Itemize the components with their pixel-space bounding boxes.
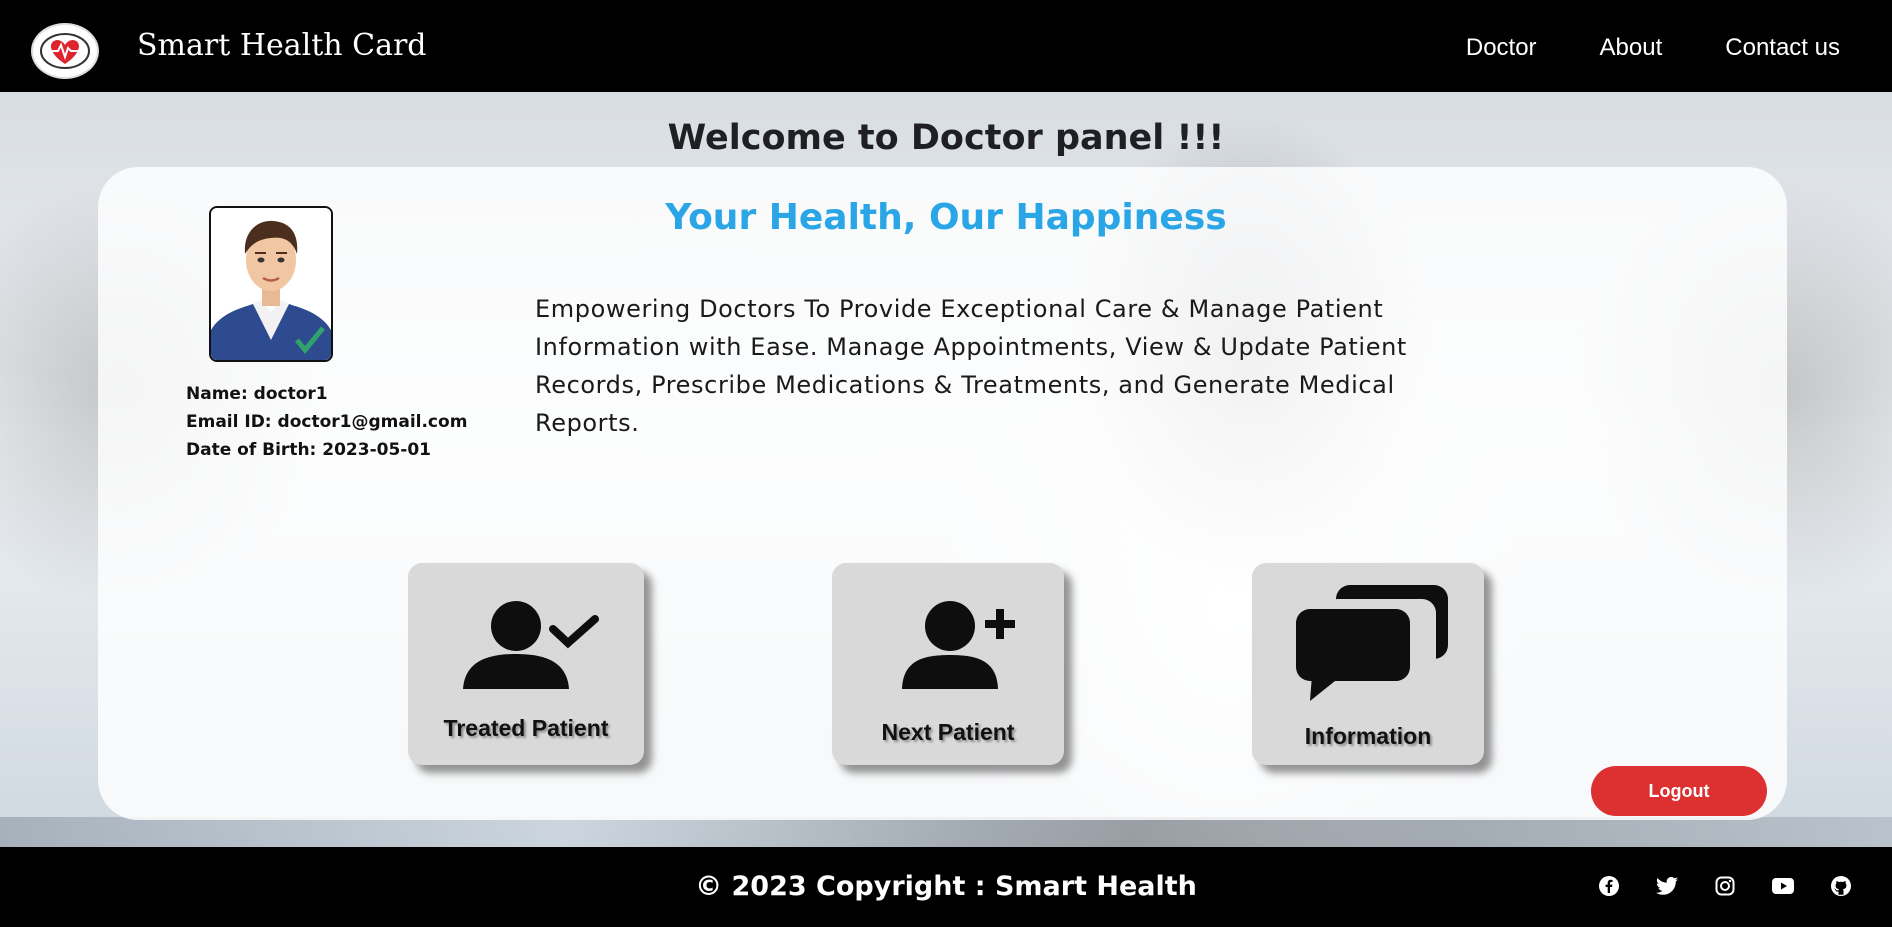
page-title: Welcome to Doctor panel !!! bbox=[667, 118, 1225, 158]
next-patient-label: Next Patient bbox=[881, 719, 1015, 745]
brand-name[interactable]: Smart Health Card bbox=[137, 28, 427, 63]
chat-bubbles-icon bbox=[1296, 585, 1448, 701]
twitter-icon[interactable] bbox=[1656, 875, 1678, 897]
facebook-icon[interactable] bbox=[1598, 875, 1620, 897]
nav-link-contact-us[interactable]: Contact us bbox=[1725, 34, 1840, 62]
tagline: Your Health, Our Happiness bbox=[665, 197, 1227, 238]
treated-patient-tile[interactable]: Treated Patient bbox=[408, 563, 644, 765]
github-icon[interactable] bbox=[1830, 875, 1852, 897]
next-patient-tile[interactable]: Next Patient bbox=[832, 563, 1064, 765]
information-label: Information bbox=[1304, 723, 1432, 749]
youtube-icon[interactable] bbox=[1772, 875, 1794, 897]
treated-patient-label: Treated Patient bbox=[443, 715, 609, 741]
social-links bbox=[1598, 875, 1852, 897]
profile-dob: Date of Birth: 2023-05-01 bbox=[186, 440, 432, 460]
heart-logo-icon[interactable] bbox=[31, 23, 99, 79]
logout-button[interactable]: Logout bbox=[1591, 766, 1767, 816]
profile-name: Name: doctor1 bbox=[186, 384, 328, 404]
profile-info: Name: doctor1 Email ID: doctor1@gmail.co… bbox=[186, 380, 467, 464]
information-tile[interactable]: Information bbox=[1252, 563, 1484, 765]
nav-link-doctor[interactable]: Doctor bbox=[1466, 34, 1537, 62]
user-plus-icon bbox=[902, 601, 1015, 689]
user-check-icon bbox=[463, 601, 599, 689]
description: Empowering Doctors To Provide Exceptiona… bbox=[535, 295, 1407, 437]
profile-email: Email ID: doctor1@gmail.com bbox=[186, 412, 468, 432]
footer: © 2023 Copyright : Smart Health bbox=[0, 847, 1892, 927]
instagram-icon[interactable] bbox=[1714, 875, 1736, 897]
nav-link-about[interactable]: About bbox=[1600, 34, 1663, 62]
navbar: Smart Health Card Doctor About Contact u… bbox=[0, 0, 1892, 92]
nav-links: Doctor About Contact us bbox=[1403, 34, 1840, 62]
